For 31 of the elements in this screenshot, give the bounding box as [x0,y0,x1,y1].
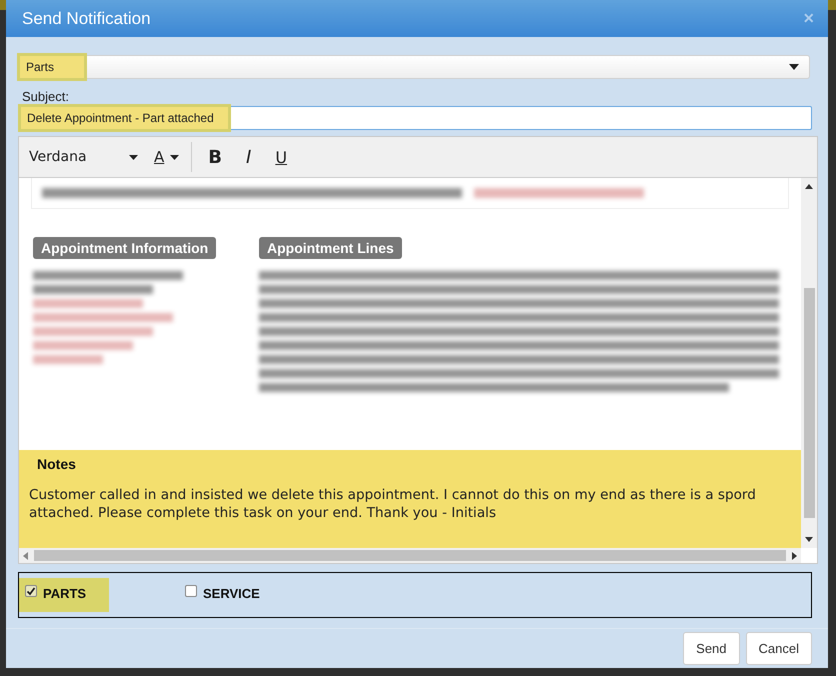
notes-heading: Notes [37,456,77,472]
notes-text: Customer called in and insisted we delete this appointment. I cannot do this on my end as there is a spord attached. Please complete this task on your end. Thank you - Initials [29,486,757,522]
caret-icon [129,154,138,160]
subject-field[interactable]: Delete Appointment - Part attached [20,106,812,130]
font-dropdown[interactable]: Verdana [23,147,129,167]
horizontal-scrollbar[interactable] [19,548,801,563]
department-checkbox[interactable]: SERVICE [179,578,269,612]
caret-icon [789,64,799,70]
underline-button[interactable]: U [269,146,294,168]
vertical-scrollbar[interactable] [801,178,817,548]
subject-label: Subject: [22,89,70,104]
recipient-select[interactable]: Parts [20,55,810,79]
scroll-left-icon[interactable] [23,552,28,560]
dialog-title: Send Notification [22,8,151,28]
send-button[interactable]: Send [683,632,740,665]
text-color-button[interactable]: A [148,146,170,168]
select-value: Parts [20,56,84,78]
blurred-text [33,355,103,364]
bold-button[interactable]: B [202,144,228,170]
checkbox-icon [185,585,197,597]
section-label: Appointment Information [33,237,216,259]
italic-button[interactable]: I [240,144,258,170]
subject-value: Delete Appointment - Part attached [21,107,228,129]
caret-icon [170,154,180,160]
scroll-down-icon[interactable] [805,537,813,542]
department-checkbox[interactable]: PARTS [19,578,109,612]
scroll-right-icon[interactable] [792,552,797,560]
checkbox-icon [25,585,37,597]
section-label: Appointment Lines [259,237,402,259]
cancel-button[interactable]: Cancel [746,632,812,665]
scroll-up-icon[interactable] [805,184,813,189]
